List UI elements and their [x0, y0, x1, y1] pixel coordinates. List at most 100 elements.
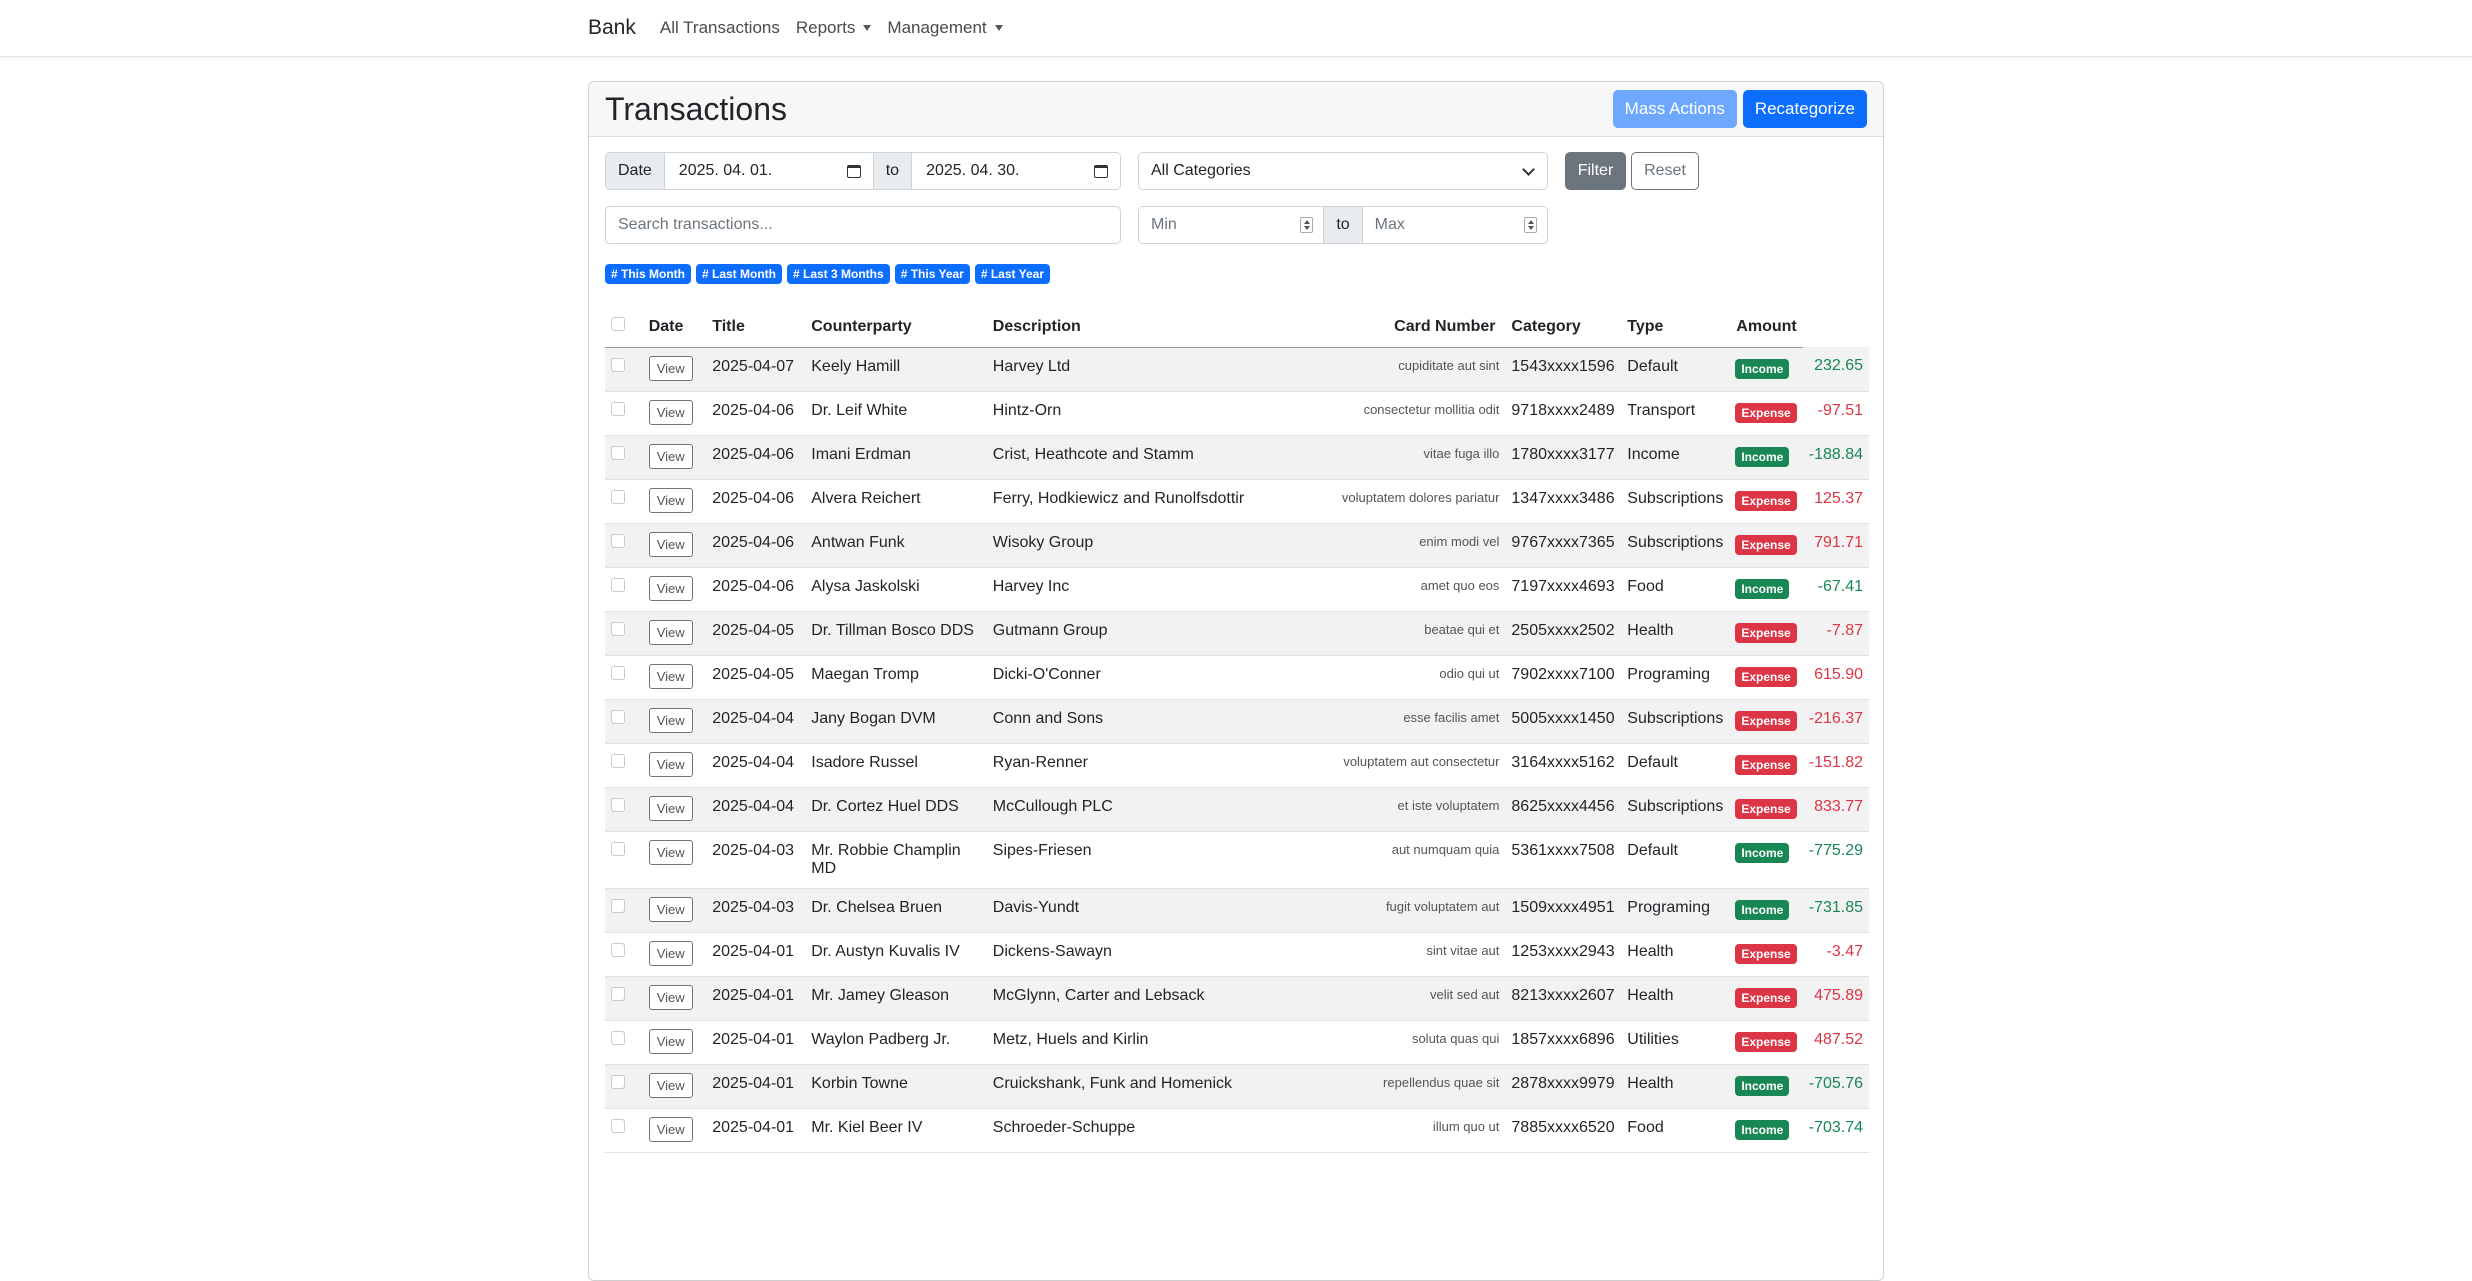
col-category-header[interactable]: Category: [1505, 307, 1622, 348]
table-row[interactable]: View 2025-04-01 Waylon Padberg Jr. Metz, Hu…: [605, 1020, 1869, 1065]
table-row[interactable]: View 2025-04-06 Dr. Leif White Hintz-Orn con…: [605, 391, 1869, 436]
recategorize-button[interactable]: Recategorize: [1742, 90, 1867, 128]
view-button[interactable]: View: [648, 707, 693, 733]
row-checkbox[interactable]: [611, 489, 625, 504]
col-counterparty-header[interactable]: Counterparty: [805, 307, 987, 348]
max-amount-input[interactable]: Max: [1362, 207, 1547, 243]
reset-button[interactable]: Reset: [1631, 152, 1699, 190]
brand-link[interactable]: Bank: [588, 16, 636, 40]
view-button[interactable]: View: [648, 1116, 693, 1142]
calendar-icon[interactable]: [1094, 164, 1109, 178]
view-button[interactable]: View: [648, 795, 693, 821]
chip-last-year[interactable]: # Last Year: [974, 264, 1051, 284]
row-description: illum quo ut: [1432, 1118, 1500, 1134]
spinner-icon[interactable]: [1524, 217, 1537, 233]
view-button[interactable]: View: [648, 399, 693, 425]
view-button[interactable]: View: [648, 487, 693, 513]
row-checkbox[interactable]: [611, 1118, 625, 1133]
view-button[interactable]: View: [648, 355, 693, 381]
row-select-cell: [605, 699, 643, 744]
view-button[interactable]: View: [648, 619, 693, 645]
view-button[interactable]: View: [648, 575, 693, 601]
col-date-header[interactable]: Date: [642, 307, 707, 348]
category-select[interactable]: All Categories: [1138, 152, 1548, 190]
table-row[interactable]: View 2025-04-01 Korbin Towne Cruickshank, F…: [605, 1064, 1869, 1109]
row-description-cell: Wisoky Group enim modi vel: [986, 523, 1506, 568]
view-button[interactable]: View: [648, 984, 693, 1010]
type-badge: Expense: [1735, 943, 1797, 964]
spinner-icon[interactable]: [1300, 217, 1314, 233]
view-button[interactable]: View: [648, 1072, 693, 1098]
date-from-input[interactable]: 2025. 04. 01.: [664, 153, 873, 189]
table-row[interactable]: View 2025-04-06 Alysa Jaskolski Harvey Inc a…: [605, 567, 1869, 612]
table-row[interactable]: View 2025-04-05 Maegan Tromp Dicki-O'Conner…: [605, 655, 1869, 700]
table-row[interactable]: View 2025-04-04 Dr. Cortez Huel DDS McCullo…: [605, 787, 1869, 832]
search-input[interactable]: Search transactions...: [605, 206, 1121, 244]
row-checkbox[interactable]: [611, 986, 625, 1001]
row-checkbox[interactable]: [611, 577, 625, 592]
row-checkbox[interactable]: [611, 1074, 625, 1089]
table-row[interactable]: View 2025-04-03 Mr. Robbie Champlin MD Sipe…: [605, 831, 1869, 889]
row-view-cell: View: [642, 976, 707, 1021]
table-row[interactable]: View 2025-04-06 Imani Erdman Crist, Heathco…: [605, 435, 1869, 480]
row-checkbox[interactable]: [611, 533, 625, 548]
table-row[interactable]: View 2025-04-01 Dr. Austyn Kuvalis IV Dicke…: [605, 932, 1869, 977]
table-row[interactable]: View 2025-04-01 Mr. Kiel Beer IV Schroeder-…: [605, 1108, 1869, 1153]
table-row[interactable]: View 2025-04-06 Alvera Reichert Ferry, Hodk…: [605, 479, 1869, 524]
min-amount-input[interactable]: Min: [1139, 207, 1324, 243]
col-title-header[interactable]: Title: [706, 307, 806, 348]
chip-this-month[interactable]: # This Month: [605, 264, 691, 284]
view-button[interactable]: View: [648, 839, 693, 865]
table-row[interactable]: View 2025-04-04 Jany Bogan DVM Conn and Son…: [605, 699, 1869, 744]
chip-last-month[interactable]: # Last Month: [696, 264, 782, 284]
chip-this-year[interactable]: # This Year: [894, 264, 970, 284]
row-checkbox[interactable]: [611, 621, 625, 636]
row-checkbox[interactable]: [611, 841, 625, 856]
row-checkbox[interactable]: [611, 1030, 625, 1045]
view-button[interactable]: View: [648, 531, 693, 557]
view-button[interactable]: View: [648, 443, 693, 469]
row-checkbox[interactable]: [611, 665, 625, 680]
row-description-wrap: Ryan-Renner voluptatem aut consectetur: [993, 754, 1500, 772]
table-row[interactable]: View 2025-04-05 Dr. Tillman Bosco DDS Gutma…: [605, 611, 1869, 656]
view-button[interactable]: View: [648, 940, 693, 966]
view-button[interactable]: View: [648, 896, 693, 922]
table-row[interactable]: View 2025-04-04 Isadore Russel Ryan-Renner v…: [605, 743, 1869, 788]
row-description-wrap: Dicki-O'Conner odio qui ut: [993, 666, 1500, 684]
row-checkbox[interactable]: [611, 357, 625, 372]
table-row[interactable]: View 2025-04-07 Keely Hamill Harvey Ltd cupi…: [605, 347, 1869, 392]
row-date: 2025-04-01: [706, 1020, 806, 1065]
row-title: Dr. Cortez Huel DDS: [805, 787, 987, 832]
calendar-icon[interactable]: [846, 164, 861, 178]
table-row[interactable]: View 2025-04-06 Antwan Funk Wisoky Group eni…: [605, 523, 1869, 568]
view-button[interactable]: View: [648, 1028, 693, 1054]
row-checkbox[interactable]: [611, 753, 625, 768]
nav-reports-dropdown[interactable]: Reports: [796, 18, 872, 38]
table-row[interactable]: View 2025-04-01 Mr. Jamey Gleason McGlynn, …: [605, 976, 1869, 1021]
table-row[interactable]: View 2025-04-03 Dr. Chelsea Bruen Davis-Yun…: [605, 888, 1869, 933]
nav-management-dropdown[interactable]: Management: [887, 18, 1003, 38]
row-checkbox[interactable]: [611, 898, 625, 913]
mass-actions-button[interactable]: Mass Actions: [1612, 90, 1737, 128]
row-category: Health: [1621, 932, 1730, 977]
row-checkbox[interactable]: [611, 445, 625, 460]
row-counterparty: Conn and Sons: [992, 709, 1104, 727]
row-counterparty: Davis-Yundt: [992, 898, 1080, 916]
chip-last-3-months[interactable]: # Last 3 Months: [787, 264, 890, 284]
date-to-input[interactable]: 2025. 04. 30.: [912, 153, 1120, 189]
col-card-header[interactable]: Card Number: [1388, 307, 1506, 348]
col-description-header[interactable]: Description: [986, 307, 1389, 348]
view-button[interactable]: View: [648, 751, 693, 777]
row-amount: -703.74: [1802, 1108, 1869, 1153]
col-type-header[interactable]: Type: [1621, 307, 1730, 348]
view-button[interactable]: View: [648, 663, 693, 689]
row-checkbox[interactable]: [611, 797, 625, 812]
filter-button[interactable]: Filter: [1565, 152, 1626, 190]
row-checkbox[interactable]: [611, 942, 625, 957]
row-checkbox[interactable]: [611, 401, 625, 416]
type-badge: Expense: [1735, 798, 1797, 819]
nav-all-transactions[interactable]: All Transactions: [660, 18, 780, 38]
col-amount-header[interactable]: Amount: [1729, 307, 1803, 348]
row-checkbox[interactable]: [611, 709, 625, 724]
select-all-checkbox[interactable]: [611, 317, 625, 332]
